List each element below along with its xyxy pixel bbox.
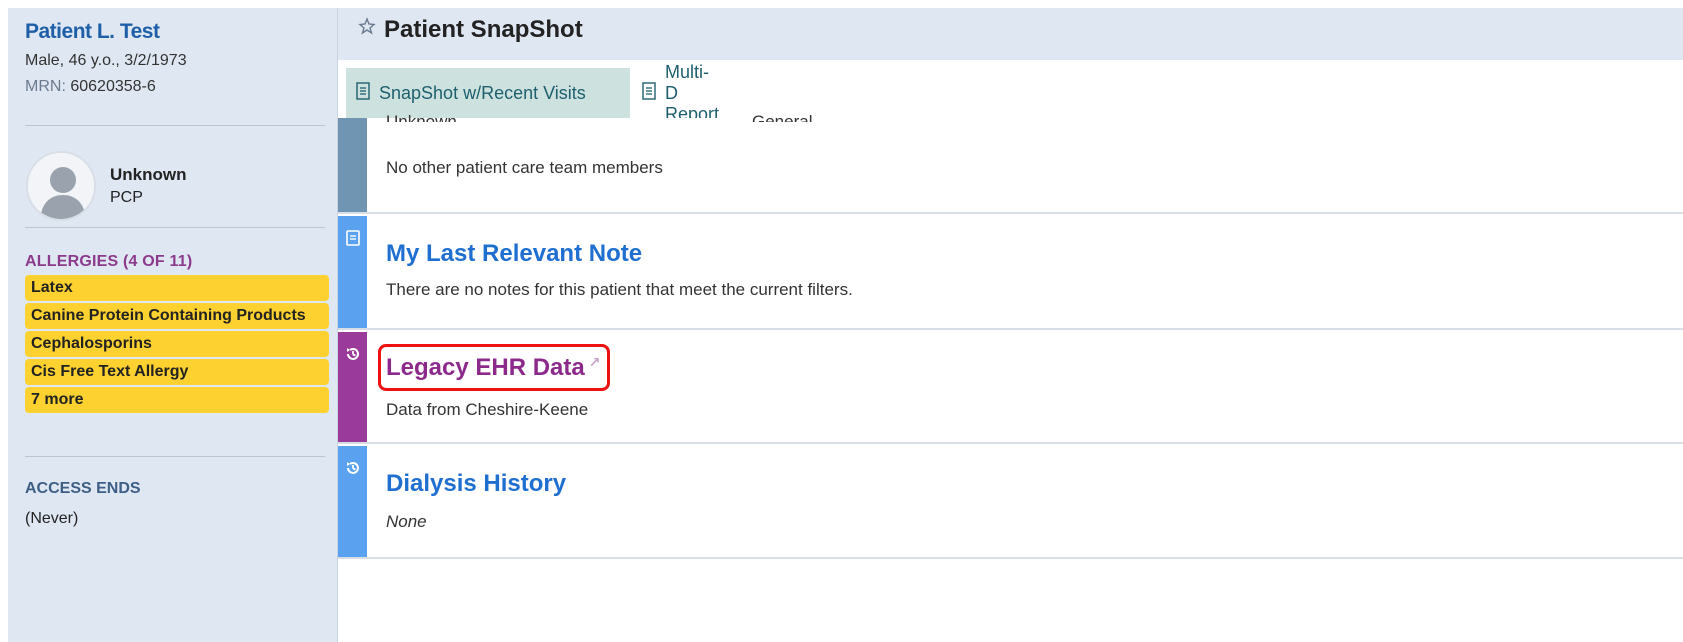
allergy-item[interactable]: Cephalosporins <box>25 331 329 357</box>
report-icon <box>642 81 656 105</box>
allergy-item[interactable]: Cis Free Text Allergy <box>25 359 329 385</box>
dialysis-history-card: Dialysis History None <box>338 446 1683 559</box>
access-ends-value: (Never) <box>25 510 79 527</box>
history-icon <box>346 348 359 360</box>
patient-sidebar: Patient L. Test Male, 46 y.o., 3/2/1973 … <box>8 8 338 642</box>
highlight-box <box>378 344 610 391</box>
dialysis-history-title[interactable]: Dialysis History <box>386 470 566 498</box>
last-note-title[interactable]: My Last Relevant Note <box>386 240 642 268</box>
pcp-name[interactable]: Unknown <box>110 165 187 185</box>
last-note-card: My Last Relevant Note There are no notes… <box>338 216 1683 330</box>
access-ends-header: ACCESS ENDS <box>25 480 141 497</box>
care-team-card: Unknown General No other patient care te… <box>338 112 1683 214</box>
dialysis-history-text: None <box>386 512 427 531</box>
care-team-text: No other patient care team members <box>386 158 663 177</box>
page-title: Patient SnapShot <box>384 16 583 43</box>
mrn-label: MRN: <box>25 78 66 95</box>
mrn-value: 60620358-6 <box>70 78 156 95</box>
last-note-text: There are no notes for this patient that… <box>386 280 853 299</box>
care-team-cut-left: Unknown <box>386 112 457 122</box>
title-bar: Patient SnapShot <box>338 8 1683 60</box>
note-icon <box>345 230 360 246</box>
patient-name[interactable]: Patient L. Test <box>25 20 160 44</box>
patient-demographics: Male, 46 y.o., 3/2/1973 <box>25 52 187 69</box>
tab-snapshot-recent-visits[interactable]: SnapShot w/Recent Visits <box>346 68 630 118</box>
sidebar-divider <box>25 456 325 457</box>
person-icon <box>28 153 94 219</box>
main-content: Patient SnapShot SnapShot w/Recent Visit… <box>338 8 1683 642</box>
sidebar-divider <box>25 125 325 126</box>
avatar[interactable] <box>26 151 96 221</box>
legacy-ehr-text: Data from Cheshire-Keene <box>386 400 589 419</box>
pcp-role: PCP <box>110 189 143 206</box>
allergies-header[interactable]: ALLERGIES (4 OF 11) <box>25 253 192 271</box>
pin-icon[interactable] <box>358 17 376 35</box>
legacy-ehr-card: Legacy EHR Data ↗ Data from Cheshire-Keen… <box>338 332 1683 444</box>
allergy-item[interactable]: Latex <box>25 275 329 301</box>
card-strip <box>338 118 367 212</box>
card-strip <box>338 446 367 557</box>
report-icon <box>356 81 370 105</box>
tab-label: Multi-D Report <box>665 61 720 124</box>
allergy-list: Latex Canine Protein Containing Products… <box>25 275 329 415</box>
history-icon <box>346 462 359 474</box>
allergy-item[interactable]: Canine Protein Containing Products <box>25 303 329 329</box>
card-strip <box>338 332 367 442</box>
tab-multi-d-report[interactable]: Multi-D Report <box>632 62 729 124</box>
allergy-more[interactable]: 7 more <box>25 387 329 413</box>
card-strip <box>338 216 367 328</box>
patient-mrn: MRN: 60620358-6 <box>25 78 156 96</box>
care-team-cut-right: General <box>752 112 813 122</box>
app-window: Patient L. Test Male, 46 y.o., 3/2/1973 … <box>0 0 1683 642</box>
tab-label: SnapShot w/Recent Visits <box>379 82 586 103</box>
sidebar-divider <box>25 227 325 228</box>
